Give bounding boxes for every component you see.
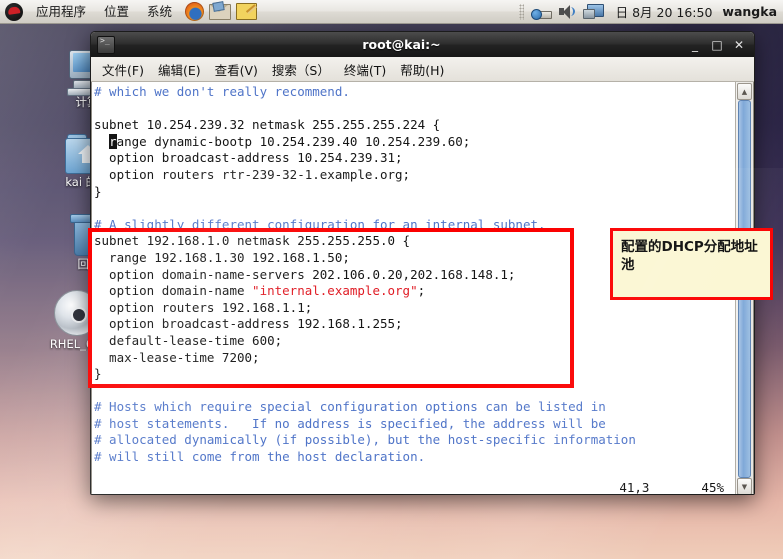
panel-clock[interactable]: 日 8月 20 16:50 — [606, 2, 723, 21]
desktop-background: 计算 kai 的主 回收 RHEL_6.0 root@kai:~ _ □ ✕ 文… — [0, 0, 783, 559]
volume-icon[interactable] — [556, 2, 578, 22]
scroll-percent: 45% — [701, 479, 724, 495]
network-icon[interactable] — [530, 2, 552, 22]
cursor-position: 41,3 — [619, 479, 650, 495]
menu-file[interactable]: 文件(F) — [95, 58, 151, 81]
scroll-down-button[interactable]: ▼ — [737, 478, 752, 494]
window-titlebar[interactable]: root@kai:~ _ □ ✕ — [91, 32, 754, 57]
close-button[interactable]: ✕ — [728, 35, 750, 55]
firefox-icon[interactable] — [183, 2, 205, 22]
menu-help[interactable]: 帮助(H) — [393, 58, 451, 81]
editor-status-line: 41,3 45% — [92, 478, 736, 495]
menu-terminal[interactable]: 终端(T) — [337, 58, 393, 81]
menu-bar[interactable]: 文件(F) 编辑(E) 查看(V) 搜索（S） 终端(T) 帮助(H) — [91, 57, 754, 82]
menu-search[interactable]: 搜索（S） — [265, 58, 337, 81]
annotation-callout: 配置的DHCP分配地址池 — [610, 228, 773, 300]
window-title: root@kai:~ — [362, 37, 441, 52]
display-icon[interactable] — [582, 2, 604, 22]
panel-grip[interactable] — [518, 3, 524, 20]
gnome-top-panel[interactable]: 应用程序 位置 系统 日 8月 20 16:50 wangka — [0, 0, 783, 24]
panel-menu-applications[interactable]: 应用程序 — [27, 1, 95, 23]
scroll-up-button[interactable]: ▲ — [737, 83, 752, 100]
minimize-button[interactable]: _ — [684, 35, 706, 55]
evolution-mail-icon[interactable] — [209, 2, 232, 22]
text-editor-icon[interactable] — [235, 2, 257, 22]
maximize-button[interactable]: □ — [706, 35, 728, 55]
terminal-icon — [97, 35, 115, 54]
menu-edit[interactable]: 编辑(E) — [151, 58, 208, 81]
menu-view[interactable]: 查看(V) — [208, 58, 265, 81]
panel-username[interactable]: wangka — [722, 4, 783, 19]
panel-menu-system[interactable]: 系统 — [138, 1, 181, 23]
panel-menu-places[interactable]: 位置 — [95, 1, 138, 23]
redhat-logo-icon[interactable] — [5, 2, 23, 21]
